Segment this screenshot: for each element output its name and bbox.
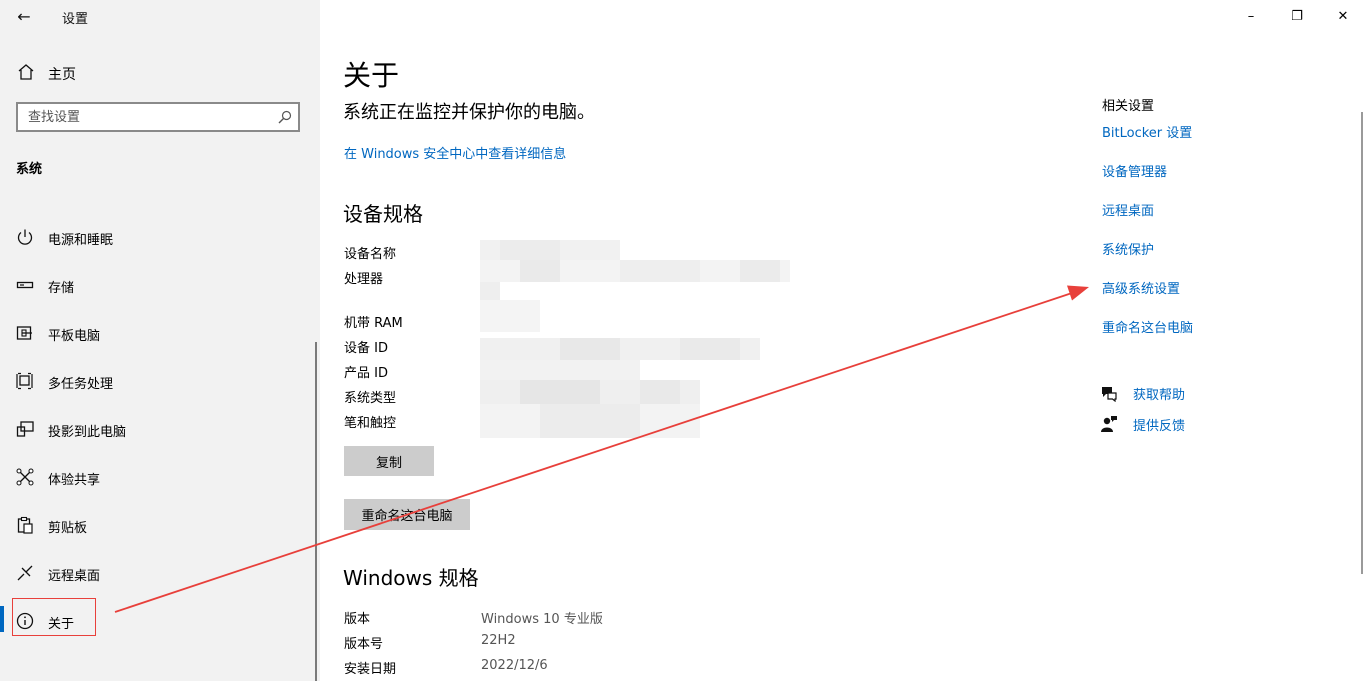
spec-label-pen-touch: 笔和触控 [344, 416, 397, 431]
sidebar-item-label: 投影到此电脑 [48, 425, 127, 440]
sidebar-item-multitasking[interactable]: 多任务处理 [0, 366, 320, 396]
close-button[interactable]: ✕ [1320, 0, 1366, 32]
home-icon [18, 64, 34, 80]
windows-specs-heading: Windows 规格 [343, 566, 479, 590]
restore-icon: ❐ [1291, 8, 1303, 24]
spec-value-version: 22H2 [481, 633, 516, 648]
home-nav-item[interactable]: 主页 [0, 58, 320, 88]
spec-label-version: 版本号 [344, 637, 384, 652]
spec-label-device-name: 设备名称 [344, 247, 397, 262]
spec-label-product-id: 产品 ID [344, 366, 388, 381]
section-title: 系统 [16, 162, 43, 177]
home-label: 主页 [48, 67, 76, 83]
get-help-label: 获取帮助 [1133, 388, 1186, 403]
copy-button[interactable]: 复制 [344, 446, 434, 476]
sidebar-item-storage[interactable]: 存储 [0, 270, 320, 300]
sidebar-item-label: 电源和睡眠 [48, 233, 114, 248]
spec-value-install-date: 2022/12/6 [481, 658, 548, 673]
advanced-system-settings-link[interactable]: 高级系统设置 [1102, 278, 1180, 297]
content-scrollbar[interactable] [1361, 112, 1363, 574]
minimize-button[interactable]: – [1228, 0, 1274, 32]
close-icon: ✕ [1337, 8, 1349, 24]
device-manager-link[interactable]: 设备管理器 [1102, 161, 1167, 180]
search-input[interactable] [28, 108, 268, 126]
clipboard-icon [17, 516, 33, 534]
spec-label-processor: 处理器 [344, 272, 384, 287]
search-box[interactable] [16, 102, 300, 132]
sidebar-item-label: 存储 [48, 281, 75, 296]
help-chat-icon [1102, 387, 1117, 402]
power-icon [17, 229, 33, 245]
tablet-icon [16, 326, 32, 340]
security-center-link[interactable]: 在 Windows 安全中心中查看详细信息 [344, 143, 566, 162]
sidebar-item-label: 多任务处理 [48, 377, 114, 392]
feedback-link[interactable]: 提供反馈 [1100, 413, 1220, 435]
device-specs-heading: 设备规格 [343, 202, 423, 226]
search-icon [278, 110, 292, 124]
spec-label-install-date: 安装日期 [344, 662, 397, 677]
related-settings-title: 相关设置 [1102, 99, 1155, 114]
spec-value-edition: Windows 10 专业版 [481, 612, 603, 627]
sidebar-item-shared-experiences[interactable]: 体验共享 [0, 462, 320, 492]
sidebar-item-project[interactable]: 投影到此电脑 [0, 414, 320, 444]
selected-indicator [0, 606, 4, 632]
storage-icon [16, 281, 34, 289]
back-button[interactable]: ← [12, 4, 36, 28]
remote-icon [17, 565, 33, 581]
restore-button[interactable]: ❐ [1274, 0, 1320, 32]
redacted-spec-values [480, 240, 790, 438]
sidebar-item-label: 剪贴板 [48, 521, 88, 536]
minimize-icon: – [1247, 8, 1255, 24]
sidebar-item-label: 平板电脑 [48, 329, 101, 344]
page-title: 关于 [343, 59, 400, 92]
rename-pc-link[interactable]: 重命名这台电脑 [1102, 317, 1193, 336]
sidebar-item-label: 体验共享 [48, 473, 101, 488]
bitlocker-settings-link[interactable]: BitLocker 设置 [1102, 122, 1192, 141]
sidebar-item-label: 远程桌面 [48, 569, 101, 584]
get-help-link[interactable]: 获取帮助 [1100, 382, 1220, 404]
sidebar-item-clipboard[interactable]: 剪贴板 [0, 510, 320, 540]
sidebar: ← 设置 主页 系统 电源和睡眠 存储 平板电脑 多任务处理 投影到此电脑 体验… [0, 0, 320, 681]
sidebar-item-remote-desktop[interactable]: 远程桌面 [0, 558, 320, 588]
protection-status: 系统正在监控并保护你的电脑。 [343, 102, 595, 123]
share-icon [16, 468, 34, 486]
feedback-label: 提供反馈 [1133, 419, 1186, 434]
spec-label-edition: 版本 [344, 612, 371, 627]
sidebar-item-tablet[interactable]: 平板电脑 [0, 318, 320, 348]
remote-desktop-link[interactable]: 远程桌面 [1102, 200, 1154, 219]
system-protection-link[interactable]: 系统保护 [1102, 239, 1154, 258]
spec-label-device-id: 设备 ID [344, 341, 388, 356]
back-arrow-icon: ← [17, 6, 31, 26]
feedback-person-icon [1101, 416, 1117, 432]
annotation-highlight-box [12, 598, 96, 636]
project-icon [16, 421, 34, 437]
spec-label-system-type: 系统类型 [344, 391, 397, 406]
sidebar-scrollbar[interactable] [315, 342, 317, 681]
app-title: 设置 [62, 12, 89, 27]
multitask-icon [16, 372, 33, 390]
rename-pc-button[interactable]: 重命名这台电脑 [344, 499, 470, 530]
sidebar-item-power-sleep[interactable]: 电源和睡眠 [0, 222, 320, 252]
spec-label-ram: 机带 RAM [344, 316, 403, 331]
